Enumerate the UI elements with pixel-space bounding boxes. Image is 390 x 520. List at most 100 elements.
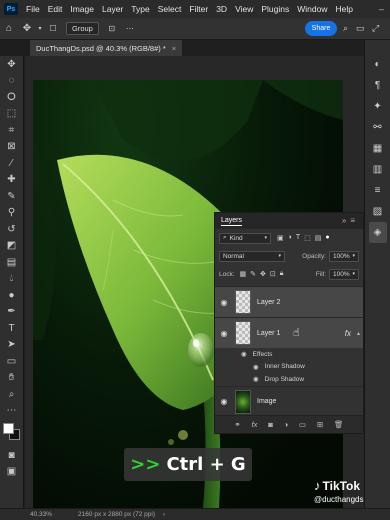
lock-transparent-icon[interactable]: ▦ (240, 270, 247, 278)
new-group-icon[interactable]: ▭ (299, 420, 306, 429)
hand-tool-icon[interactable]: ✋︎ (4, 370, 20, 387)
menu-type[interactable]: Type (127, 4, 153, 14)
history-brush-tool-icon[interactable]: ↺ (4, 221, 20, 238)
filter-adjustment-icon[interactable]: ◑ (288, 234, 292, 242)
pen-tool-icon[interactable]: ✒ (4, 304, 20, 321)
move-tool-icon[interactable]: ✥ (4, 56, 20, 73)
eye-icon[interactable]: ◉ (253, 375, 259, 383)
expand-icon[interactable]: ⤢ (372, 23, 379, 34)
brush-tool-icon[interactable]: ✎ (4, 188, 20, 205)
crop-tool-icon[interactable]: ⌗ (4, 122, 20, 139)
menu-plugins[interactable]: Plugins (257, 4, 293, 14)
libraries-panel-icon[interactable]: ▥ (369, 159, 387, 180)
layer-row-layer-2[interactable]: ◉ Layer 2 (215, 286, 363, 317)
home-icon[interactable]: ⌂ (0, 23, 18, 34)
collapse-effects-icon[interactable]: ▴ (357, 330, 360, 337)
eraser-tool-icon[interactable]: ◩ (4, 238, 20, 255)
effects-row[interactable]: ◉ Effects (215, 348, 363, 361)
layer-row-image[interactable]: ◉ Image (215, 385, 363, 417)
layer-row-layer-1[interactable]: ◉ Layer 1 ☝︎ fx ▴ (215, 317, 363, 348)
dodge-tool-icon[interactable]: ● (4, 287, 20, 304)
new-adjustment-icon[interactable]: ◑ (284, 420, 289, 429)
menu-edit[interactable]: Edit (44, 4, 67, 14)
eye-icon[interactable]: ◉ (241, 350, 247, 358)
menu-view[interactable]: View (231, 4, 257, 14)
healing-brush-tool-icon[interactable]: ✚ (4, 172, 20, 189)
zoom-level[interactable]: 40.33% (30, 511, 52, 518)
lock-position-icon[interactable]: ✥ (260, 270, 266, 278)
more-tools-icon[interactable]: ⋯ (4, 403, 20, 420)
menu-3d[interactable]: 3D (212, 4, 231, 14)
search-icon[interactable]: ⌕ (343, 23, 348, 34)
screen-mode-icon[interactable]: ▣ (4, 464, 20, 481)
chevron-down-icon[interactable]: ▾ (36, 25, 44, 32)
history-panel-icon[interactable]: ⚯ (369, 117, 387, 138)
paragraph-panel-icon[interactable]: ¶ (369, 75, 387, 96)
zoom-tool-icon[interactable]: ⌕ (4, 386, 20, 403)
share-button[interactable]: Share (305, 21, 337, 36)
menu-help[interactable]: Help (331, 4, 356, 14)
type-tool-icon[interactable]: T (4, 320, 20, 337)
blend-mode-dropdown[interactable]: Normal ▾ (219, 250, 285, 262)
gradient-tool-icon[interactable]: ▤ (4, 254, 20, 271)
blur-tool-icon[interactable]: 💧︎ (4, 271, 20, 288)
filter-smart-object-icon[interactable]: ▤ (315, 234, 322, 242)
filter-pixel-icon[interactable]: ▣ (277, 234, 284, 242)
lock-image-icon[interactable]: ✎ (250, 270, 256, 278)
close-icon[interactable]: × (172, 44, 176, 53)
swatches-panel-icon[interactable]: ▦ (369, 138, 387, 159)
menu-layer[interactable]: Layer (98, 4, 127, 14)
lock-all-icon[interactable]: 🔒︎ (280, 270, 284, 278)
align-icon[interactable]: ⋯ (121, 24, 139, 33)
add-mask-icon[interactable]: ◙ (268, 420, 273, 429)
eye-icon[interactable]: ◉ (215, 397, 233, 406)
properties-panel-icon[interactable]: ≡ (369, 180, 387, 201)
fx-icon[interactable]: fx (345, 329, 351, 338)
transform-controls-icon[interactable]: ⊡ (103, 24, 121, 33)
menu-file[interactable]: File (22, 4, 44, 14)
link-layers-icon[interactable]: ⚭ (234, 420, 240, 429)
minimize-icon[interactable]: – (379, 4, 390, 14)
panel-menu-icon[interactable]: »≡ (342, 216, 359, 225)
color-swatches[interactable] (2, 423, 21, 441)
channels-panel-icon[interactable]: ▨ (369, 201, 387, 222)
opacity-field[interactable]: 100% ▾ (329, 250, 359, 262)
auto-select-dropdown[interactable]: Group (66, 22, 99, 35)
path-selection-tool-icon[interactable]: ➤ (4, 337, 20, 354)
eyedropper-tool-icon[interactable]: ⁄ (4, 155, 20, 172)
new-layer-icon[interactable]: ⊞ (317, 420, 323, 429)
eye-icon[interactable]: ◉ (253, 363, 259, 371)
effect-drop-shadow[interactable]: ◉ Drop Shadow (215, 373, 363, 386)
layers-panel-title[interactable]: Layers (221, 217, 243, 226)
object-selection-tool-icon[interactable]: ⬚ (4, 106, 20, 123)
menu-window[interactable]: Window (293, 4, 331, 14)
quick-mask-icon[interactable]: ◙ (4, 447, 20, 464)
delete-layer-icon[interactable]: 🗑︎ (334, 420, 344, 429)
clone-stamp-tool-icon[interactable]: ⚲ (4, 205, 20, 222)
rectangle-tool-icon[interactable]: ▭ (4, 353, 20, 370)
move-tool-icon[interactable]: ✥ (18, 23, 36, 34)
add-style-icon[interactable]: fx (252, 420, 258, 429)
menu-select[interactable]: Select (154, 4, 186, 14)
eye-icon[interactable]: ◉ (215, 298, 233, 307)
adjustments-panel-icon[interactable]: ✦ (369, 96, 387, 117)
eye-icon[interactable]: ◉ (215, 329, 233, 338)
marquee-tool-icon[interactable]: ◌ (4, 73, 20, 90)
foreground-color-swatch[interactable] (2, 423, 14, 434)
filter-kind-dropdown[interactable]: ⌕ Kind ▾ (219, 232, 271, 244)
chevron-right-icon[interactable]: › (163, 511, 165, 518)
lock-artboard-icon[interactable]: ⊡ (270, 270, 276, 278)
layers-panel-icon[interactable]: ◈ (368, 222, 387, 243)
filter-shape-icon[interactable]: ⬚ (304, 234, 311, 242)
filter-type-icon[interactable]: T (296, 234, 300, 242)
filter-toggle-icon[interactable]: ● (325, 234, 329, 242)
menu-filter[interactable]: Filter (185, 4, 212, 14)
fill-field[interactable]: 100% ▾ (329, 268, 359, 280)
effect-inner-shadow[interactable]: ◉ Inner Shadow (215, 361, 363, 374)
color-panel-icon[interactable]: ◐ (369, 54, 387, 75)
workspace-icon[interactable]: ▭ (356, 23, 365, 34)
menu-image[interactable]: Image (66, 4, 98, 14)
auto-select-checkbox[interactable]: ☐ (44, 24, 62, 33)
document-tab[interactable]: DucThangDs.psd @ 40.3% (RGB/8#) * × (30, 40, 183, 56)
frame-tool-icon[interactable]: ⊠ (4, 139, 20, 156)
